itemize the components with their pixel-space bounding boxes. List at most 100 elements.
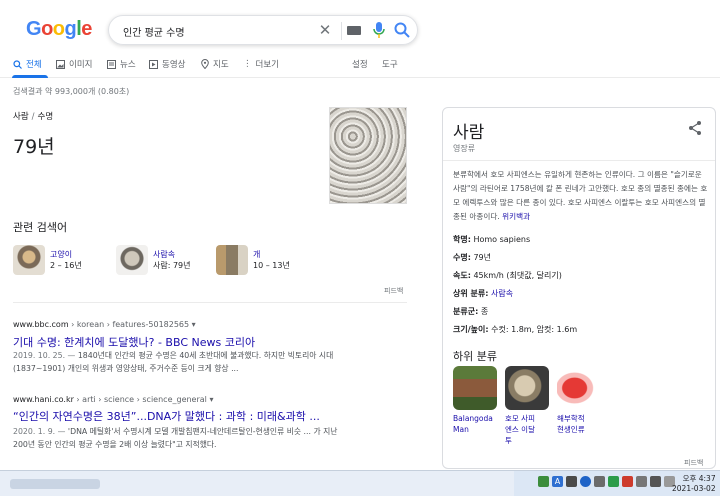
kp-title: 사람 xyxy=(453,123,485,143)
fact-value: 79년 xyxy=(473,253,492,262)
settings-label: 설정 xyxy=(352,60,368,70)
related-name: 고양이 xyxy=(50,250,73,259)
related-value: 2 – 16년 xyxy=(50,261,82,270)
related-name: 개 xyxy=(253,250,261,259)
tab-videos-label: 동영상 xyxy=(162,60,186,70)
result-path: › korean › features-50182565 xyxy=(68,320,190,329)
keyboard-icon[interactable] xyxy=(347,26,361,35)
result-stats: 검색결과 약 993,000개 (0.80초) xyxy=(13,87,130,96)
tab-more-label: 더보기 xyxy=(255,60,279,70)
search-input[interactable]: 인간 평균 수명 xyxy=(123,24,185,39)
section-divider xyxy=(13,302,407,303)
fact-label[interactable]: 상위 분류: xyxy=(453,289,488,298)
help-icon[interactable] xyxy=(580,476,591,487)
label-line: 투 xyxy=(505,436,512,445)
kp-fact: 분류군: 종 xyxy=(453,306,488,317)
network-icon[interactable] xyxy=(636,476,647,487)
share-icon[interactable] xyxy=(687,120,703,136)
kp-description: 분류학에서 호모 사피엔스는 유일하게 현존하는 인류이다. 그 이름은 "슬기… xyxy=(453,168,711,224)
microphone-icon[interactable] xyxy=(371,20,387,40)
tray-app-icon[interactable] xyxy=(622,476,633,487)
taskbar-blurred-area xyxy=(10,479,100,489)
knowledge-panel: 사람 영장류 분류학에서 호모 사피엔스는 유일하게 현존하는 인류이다. 그 … xyxy=(442,107,716,469)
tab-news-label: 뉴스 xyxy=(120,60,136,70)
kp-divider xyxy=(443,160,715,161)
tab-maps-label: 지도 xyxy=(213,60,229,70)
fact-value: 종 xyxy=(480,307,489,316)
tab-images[interactable]: 이미지 xyxy=(56,58,92,70)
fact-label[interactable]: 크기/높이: xyxy=(453,325,489,334)
tray-app-icon[interactable] xyxy=(594,476,605,487)
kp-subtitle: 영장류 xyxy=(453,144,476,153)
subtaxon-image xyxy=(505,366,549,410)
result-menu-icon[interactable]: ▾ xyxy=(192,320,196,329)
tab-more[interactable]: ⋮ 더보기 xyxy=(243,58,279,70)
search-box[interactable]: 인간 평균 수명 ✕ xyxy=(108,15,418,45)
related-item[interactable]: 고양이 2 – 16년 xyxy=(13,244,82,276)
tab-news[interactable]: 뉴스 xyxy=(107,58,136,70)
kp-subtaxon-item[interactable]: 호모 사피 엔스 이달 투 xyxy=(505,366,555,446)
related-item[interactable]: 사람속 사람: 79년 xyxy=(116,244,191,276)
breadcrumb-item[interactable]: 사람 xyxy=(13,112,29,122)
clock-time: 오후 4:37 xyxy=(682,474,716,483)
tab-videos[interactable]: 동영상 xyxy=(149,58,185,70)
snippet-text: 'DNA 메틸화'서 수명시계 모델 개발침팬지-네안데르탈인-현생인류 비슷 … xyxy=(67,427,338,436)
ime-icon[interactable]: A xyxy=(552,476,563,487)
fact-value: 수컷: 1.8m, 암컷: 1.6m xyxy=(491,325,578,334)
tray-app-icon[interactable] xyxy=(608,476,619,487)
answer-breadcrumb: 사람 / 수명 xyxy=(13,110,53,122)
google-logo[interactable]: Google xyxy=(26,18,92,41)
kp-subtaxon-item[interactable]: Balangoda Man xyxy=(453,366,503,435)
settings-link[interactable]: 설정 xyxy=(352,58,368,70)
keyboard-icon[interactable] xyxy=(566,476,577,487)
result-url[interactable]: www.bbc.com › korean › features-50182565… xyxy=(13,320,196,329)
tab-maps[interactable]: 지도 xyxy=(201,58,229,70)
active-tab-indicator xyxy=(12,75,48,78)
related-text: 고양이 2 – 16년 xyxy=(50,249,82,271)
result-menu-icon[interactable]: ▾ xyxy=(209,395,213,404)
result-date: 2020. 1. 9. — xyxy=(13,427,68,436)
search-icon[interactable] xyxy=(393,21,411,39)
fact-label[interactable]: 수명: xyxy=(453,253,471,262)
tab-all[interactable]: 전체 xyxy=(13,58,42,70)
volume-icon[interactable] xyxy=(650,476,661,487)
image-icon xyxy=(56,59,65,69)
fact-label[interactable]: 분류군: xyxy=(453,307,478,316)
fact-label[interactable]: 속도: xyxy=(453,271,471,280)
label-line: Man xyxy=(453,425,469,434)
taskbar-clock[interactable]: 오후 4:37 2021-03-02 xyxy=(672,474,716,494)
kp-feedback-link[interactable]: 피드백 xyxy=(684,458,703,468)
breadcrumb-item: 수명 xyxy=(37,112,54,122)
label-line: 엔스 이달 xyxy=(505,425,535,434)
search-divider xyxy=(341,22,342,40)
feedback-link[interactable]: 피드백 xyxy=(384,286,403,296)
snippet-line: (1837~1901) 개인의 위생과 영양상태, 주거수준 등이 크게 향상 … xyxy=(13,364,239,373)
result-snippet: 2020. 1. 9. — 'DNA 메틸화'서 수명시계 모델 개발침팬지-네… xyxy=(13,425,403,451)
related-text: 사람속 사람: 79년 xyxy=(153,249,191,271)
result-title[interactable]: “인간의 자연수명은 38년”...DNA가 말했다 : 과학 : 미래&과학 … xyxy=(13,408,320,424)
result-url[interactable]: www.hani.co.kr › arti › science › scienc… xyxy=(13,395,213,404)
result-title[interactable]: 기대 수명: 한계치에 도달했나? - BBC News 코리아 xyxy=(13,334,255,350)
tray-app-icon[interactable] xyxy=(538,476,549,487)
clear-icon[interactable]: ✕ xyxy=(315,20,335,40)
result-date: 2019. 10. 25. — xyxy=(13,351,78,360)
kp-subtaxon-item[interactable]: 해부학적 현생인류 xyxy=(557,366,607,435)
top-bar: Google 인간 평균 수명 ✕ 전체 이미지 뉴스 동영상 지도 ⋮ 더보기… xyxy=(0,0,720,78)
tab-images-label: 이미지 xyxy=(69,60,93,70)
related-name: 사람속 xyxy=(153,250,176,259)
taskbar: A 오후 4:37 2021-03-02 xyxy=(0,470,720,496)
clock-date: 2021-03-02 xyxy=(672,484,716,493)
related-item[interactable]: 개 10 – 13년 xyxy=(216,244,290,276)
related-text: 개 10 – 13년 xyxy=(253,249,290,271)
result-path: › arti › science › science_general xyxy=(73,395,207,404)
fact-value-link[interactable]: 사람속 xyxy=(491,289,513,298)
tab-all-label: 전체 xyxy=(26,60,42,70)
subtaxon-label: 호모 사피 엔스 이달 투 xyxy=(505,413,555,446)
answer-image[interactable] xyxy=(329,107,407,204)
snippet-line: 2019. 10. 25. — 1840년대 인간의 평균 수명은 40세 초반… xyxy=(13,349,403,362)
kp-source-link[interactable]: 위키백과 xyxy=(502,212,530,221)
breadcrumb-separator: / xyxy=(31,112,35,122)
tools-link[interactable]: 도구 xyxy=(382,58,398,70)
kp-fact: 학명: Homo sapiens xyxy=(453,234,530,245)
answer-value: 79년 xyxy=(13,136,55,158)
